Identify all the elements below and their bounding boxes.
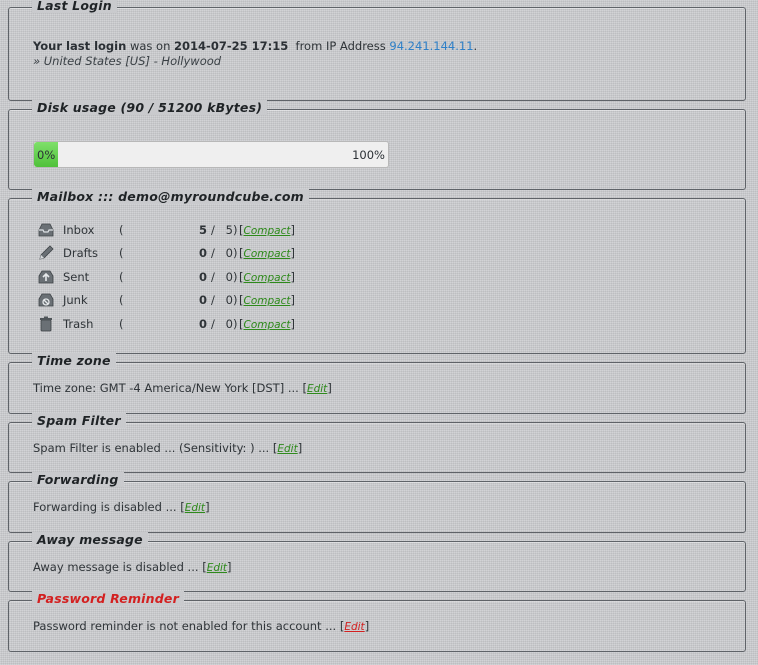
compact-button[interactable]: Compact <box>244 272 291 284</box>
folder-name[interactable]: Sent <box>63 270 89 284</box>
time-zone-text: Time zone: GMT -4 America/New York [DST]… <box>33 381 303 395</box>
sent-icon <box>38 270 54 284</box>
password-reminder-legend: Password Reminder <box>32 591 184 606</box>
spam-filter-line: Spam Filter is enabled ... (Sensitivity:… <box>33 441 303 455</box>
slash: / <box>211 223 215 237</box>
password-reminder-box: Password Reminder Password reminder is n… <box>8 591 746 652</box>
inbox-icon <box>38 223 54 237</box>
slash: / <box>211 246 215 260</box>
slash: / <box>211 293 215 307</box>
folder-count: 0 <box>198 317 207 331</box>
forwarding-edit-button[interactable]: Edit <box>185 502 205 514</box>
away-message-box: Away message Away message is disabled ..… <box>8 532 746 592</box>
folder-row-trash: Trash ( 0 / 0 ) [Compact] <box>33 316 333 335</box>
forwarding-line: Forwarding is disabled ... [Edit] <box>33 500 210 514</box>
was-on-text: was on <box>129 39 171 53</box>
disk-usage-progress-bar: 0% 100% <box>33 141 389 168</box>
spam-filter-box: Spam Filter Spam Filter is enabled ... (… <box>8 413 746 473</box>
folder-total: 0 <box>225 317 233 331</box>
folder-total: 0 <box>225 270 233 284</box>
password-reminder-edit-button[interactable]: Edit <box>344 621 364 633</box>
folder-count: 0 <box>198 270 207 284</box>
open-paren: ( <box>119 246 124 260</box>
compact-link-wrapper: [Compact] <box>239 293 295 307</box>
time-zone-line: Time zone: GMT -4 America/New York [DST]… <box>33 381 332 395</box>
folder-total: 0 <box>225 246 233 260</box>
slash: / <box>211 317 215 331</box>
last-login-box: Last Login Your last login was on 2014-0… <box>8 0 746 101</box>
folder-row-inbox: Inbox ( 5 / 5 ) [Compact] <box>33 223 333 241</box>
open-paren: ( <box>119 293 124 307</box>
compact-button[interactable]: Compact <box>244 295 291 307</box>
open-paren: ( <box>119 223 124 237</box>
mailbox-box: Mailbox ::: demo@myroundcube.com Inbox (… <box>8 189 746 354</box>
folder-name[interactable]: Junk <box>63 293 88 307</box>
compact-button[interactable]: Compact <box>244 248 291 260</box>
time-zone-legend: Time zone <box>32 353 116 368</box>
last-login-location: » United States [US] - Hollywood <box>33 54 222 68</box>
folder-total: 0 <box>225 293 233 307</box>
close-paren: ) <box>233 246 238 260</box>
progress-start-label: 0% <box>37 148 56 162</box>
compact-button[interactable]: Compact <box>244 225 291 237</box>
compact-link-wrapper: [Compact] <box>239 270 295 284</box>
close-paren: ) <box>233 270 238 284</box>
folder-row-junk: Junk ( 0 / 0 ) [Compact] <box>33 293 333 311</box>
ip-address-link[interactable]: 94.241.144.11 <box>389 39 473 53</box>
folder-name[interactable]: Drafts <box>63 246 98 260</box>
close-paren: ) <box>233 317 238 331</box>
time-zone-edit-button[interactable]: Edit <box>307 383 327 395</box>
away-message-text: Away message is disabled ... <box>33 560 203 574</box>
disk-usage-box: Disk usage (90 / 51200 kBytes) 0% 100% <box>8 100 746 190</box>
pencil-icon <box>39 245 54 260</box>
disk-usage-legend: Disk usage (90 / 51200 kBytes) <box>32 100 268 115</box>
password-reminder-text: Password reminder is not enabled for thi… <box>33 619 340 633</box>
last-login-label: Your last login <box>33 39 127 53</box>
forwarding-box: Forwarding Forwarding is disabled ... [E… <box>8 472 746 533</box>
last-login-line: Your last login was on 2014-07-25 17:15 … <box>33 39 477 53</box>
folder-row-sent: Sent ( 0 / 0 ) [Compact] <box>33 270 333 288</box>
folder-total: 5 <box>225 223 233 237</box>
open-paren: ( <box>119 270 124 284</box>
slash: / <box>211 270 215 284</box>
folder-name[interactable]: Inbox <box>63 223 94 237</box>
last-login-datetime: 2014-07-25 17:15 <box>174 39 289 53</box>
junk-icon <box>38 293 54 307</box>
forwarding-legend: Forwarding <box>32 472 124 487</box>
folder-name[interactable]: Trash <box>63 317 93 331</box>
period-text: . <box>473 39 478 53</box>
folder-count: 5 <box>198 223 207 237</box>
compact-link-wrapper: [Compact] <box>239 246 295 260</box>
open-paren: ( <box>119 317 124 331</box>
away-message-legend: Away message <box>32 532 148 547</box>
password-reminder-line: Password reminder is not enabled for thi… <box>33 619 370 633</box>
mailbox-legend: Mailbox ::: demo@myroundcube.com <box>32 189 309 204</box>
trash-icon <box>40 316 52 332</box>
folder-count: 0 <box>198 293 207 307</box>
away-message-line: Away message is disabled ... [Edit] <box>33 560 232 574</box>
spam-filter-legend: Spam Filter <box>32 413 126 428</box>
compact-link-wrapper: [Compact] <box>239 223 295 237</box>
folder-row-drafts: Drafts ( 0 / 0 ) [Compact] <box>33 245 333 264</box>
spam-filter-text: Spam Filter is enabled ... (Sensitivity:… <box>33 441 273 455</box>
forwarding-text: Forwarding is disabled ... <box>33 500 181 514</box>
close-paren: ) <box>233 223 238 237</box>
last-login-legend: Last Login <box>32 0 117 13</box>
progress-end-label: 100% <box>352 148 385 162</box>
spam-filter-edit-button[interactable]: Edit <box>277 443 297 455</box>
folder-count: 0 <box>198 246 207 260</box>
compact-link-wrapper: [Compact] <box>239 317 295 331</box>
from-ip-text: from IP Address <box>295 39 386 53</box>
away-message-edit-button[interactable]: Edit <box>207 562 227 574</box>
time-zone-box: Time zone Time zone: GMT -4 America/New … <box>8 353 746 414</box>
compact-button[interactable]: Compact <box>244 319 291 331</box>
close-paren: ) <box>233 293 238 307</box>
